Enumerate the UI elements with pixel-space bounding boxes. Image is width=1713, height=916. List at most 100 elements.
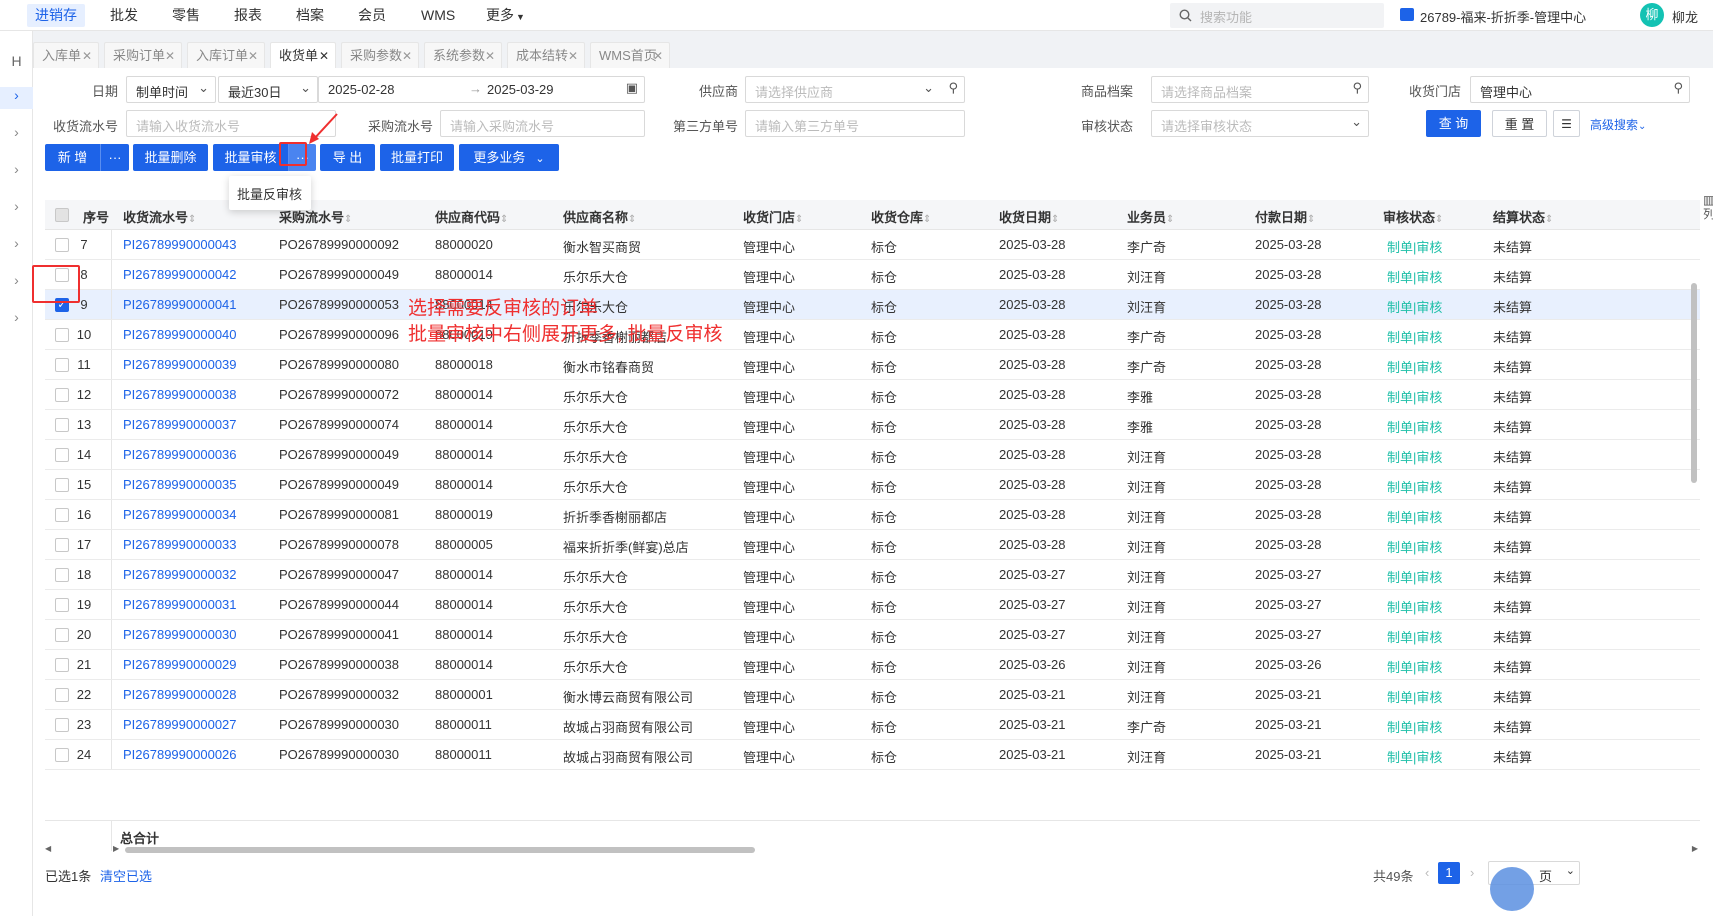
table-row[interactable]: 18 PI26789990000032 PO26789990000047 880000… (45, 560, 1700, 590)
cell-id[interactable]: PI26789990000030 (123, 627, 237, 642)
cell-id[interactable]: PI26789990000028 (123, 687, 237, 702)
cell-audit[interactable]: 制单|审核 (1387, 627, 1442, 646)
page-1-button[interactable]: 1 (1438, 862, 1460, 884)
rail-expand-icon[interactable]: › (0, 198, 33, 220)
cell-id[interactable]: PI26789990000032 (123, 567, 237, 582)
cell-id[interactable]: PI26789990000031 (123, 597, 237, 612)
header-settle[interactable]: 结算状态⇕ (1493, 207, 1553, 226)
close-icon[interactable]: ✕ (165, 43, 175, 69)
nav-more[interactable]: 更多 ▼ (478, 4, 533, 27)
cell-id[interactable]: PI26789990000039 (123, 357, 237, 372)
prev-page-icon[interactable]: ‹ (1425, 865, 1429, 880)
row-checkbox[interactable] (55, 358, 69, 372)
header-staff[interactable]: 业务员⇕ (1127, 207, 1174, 226)
row-checkbox[interactable] (55, 748, 69, 762)
nav-dangan[interactable]: 档案 (288, 4, 332, 27)
goods-select[interactable]: 请选择商品档案 ⚲ (1151, 76, 1369, 103)
audit-status-select[interactable]: 请选择审核状态 ⌄ (1151, 110, 1369, 137)
horizontal-scrollbar[interactable]: ◀ ▶ ▶ (45, 844, 1700, 854)
header-supplier-name[interactable]: 供应商名称⇕ (563, 207, 636, 226)
nav-lingshou[interactable]: 零售 (164, 4, 208, 27)
cell-id[interactable]: PI26789990000033 (123, 537, 237, 552)
nav-baobiao[interactable]: 报表 (226, 4, 270, 27)
cell-id[interactable]: PI26789990000035 (123, 477, 237, 492)
rail-expand-icon[interactable]: › (0, 272, 33, 294)
table-row[interactable]: 15 PI26789990000035 PO26789990000049 880000… (45, 470, 1700, 500)
reset-button[interactable]: 重 置 (1492, 110, 1547, 137)
cell-id[interactable]: PI26789990000037 (123, 417, 237, 432)
row-checkbox[interactable] (55, 688, 69, 702)
vertical-scrollbar[interactable] (1689, 213, 1699, 843)
cell-audit[interactable]: 制单|审核 (1387, 717, 1442, 736)
rail-expand-icon[interactable]: › (0, 235, 33, 257)
row-checkbox[interactable] (55, 628, 69, 642)
row-checkbox[interactable] (55, 538, 69, 552)
close-icon[interactable]: ✕ (485, 43, 495, 69)
close-icon[interactable]: ✕ (248, 43, 258, 69)
table-row[interactable]: 22 PI26789990000028 PO26789990000032 880000… (45, 680, 1700, 710)
cell-id[interactable]: PI26789990000038 (123, 387, 237, 402)
batch-audit-button[interactable]: 批量审核 (213, 144, 288, 171)
tab-chengben-jiezhuan[interactable]: 成本结转 ✕ (507, 42, 585, 68)
batch-delete-button[interactable]: 批量删除 (133, 144, 208, 171)
store-select[interactable]: 管理中心 ⚲ (1470, 76, 1690, 103)
row-checkbox[interactable] (55, 598, 69, 612)
close-icon[interactable]: ✕ (82, 43, 92, 69)
cell-audit[interactable]: 制单|审核 (1387, 237, 1442, 256)
cell-id[interactable]: PI26789990000026 (123, 747, 237, 762)
table-row[interactable]: 16 PI26789990000034 PO26789990000081 880000… (45, 500, 1700, 530)
tab-wms-home[interactable]: WMS首页 ✕ (590, 42, 670, 68)
column-settings-button[interactable]: ▥ 列 (1703, 193, 1713, 221)
nav-huiyuan[interactable]: 会员 (350, 4, 394, 27)
cell-audit[interactable]: 制单|审核 (1387, 327, 1442, 346)
global-search[interactable]: 搜索功能 (1170, 3, 1384, 28)
tab-rukudan[interactable]: 入库单 ✕ (33, 42, 99, 68)
cell-audit[interactable]: 制单|审核 (1387, 357, 1442, 376)
row-checkbox[interactable] (55, 508, 69, 522)
tab-ruku-dingdan[interactable]: 入库订单 ✕ (187, 42, 265, 68)
rail-expand-icon[interactable]: › (0, 309, 33, 331)
tab-shouhuodan[interactable]: 收货单 ✕ (270, 42, 336, 68)
store-name[interactable]: 26789-福来-折折季-管理中心 (1420, 7, 1586, 26)
table-row[interactable]: 19 PI26789990000031 PO26789990000044 880000… (45, 590, 1700, 620)
cell-audit[interactable]: 制单|审核 (1387, 297, 1442, 316)
cell-audit[interactable]: 制单|审核 (1387, 477, 1442, 496)
scroll-left-icon[interactable]: ◀ (45, 844, 51, 853)
header-store[interactable]: 收货门店⇕ (743, 207, 803, 226)
cell-audit[interactable]: 制单|审核 (1387, 507, 1442, 526)
header-supplier-code[interactable]: 供应商代码⇕ (435, 207, 508, 226)
table-row[interactable]: 8 PI26789990000042 PO26789990000049 8800001… (45, 260, 1700, 290)
table-row[interactable]: 7 PI26789990000043 PO26789990000092 8800002… (45, 230, 1700, 260)
rail-item-top[interactable]: H (0, 53, 33, 75)
row-checkbox[interactable] (55, 328, 69, 342)
third-no-input[interactable]: 请输入第三方单号 (745, 110, 965, 137)
select-all-checkbox[interactable] (55, 208, 69, 222)
table-row[interactable]: 13 PI26789990000037 PO26789990000074 880000… (45, 410, 1700, 440)
tab-caigou-canshu[interactable]: 采购参数 ✕ (341, 42, 419, 68)
nav-pifa[interactable]: 批发 (102, 4, 146, 27)
search-icon[interactable]: ⚲ (948, 80, 958, 96)
cell-id[interactable]: PI26789990000036 (123, 447, 237, 462)
search-icon[interactable]: ⚲ (1673, 80, 1683, 96)
cell-audit[interactable]: 制单|审核 (1387, 417, 1442, 436)
cell-audit[interactable]: 制单|审核 (1387, 447, 1442, 466)
floating-assistant-icon[interactable] (1490, 867, 1534, 911)
nav-jinxiaocun[interactable]: 进销存 (27, 4, 85, 27)
row-checkbox[interactable] (55, 568, 69, 582)
rail-expand-icon[interactable]: › (0, 124, 33, 146)
rail-expand-icon[interactable]: › (0, 87, 33, 109)
table-row[interactable]: 21 PI26789990000029 PO26789990000038 880000… (45, 650, 1700, 680)
table-row[interactable]: 14 PI26789990000036 PO26789990000049 880000… (45, 440, 1700, 470)
cell-audit[interactable]: 制单|审核 (1387, 567, 1442, 586)
filter-settings-icon[interactable]: ☰ (1553, 110, 1580, 137)
row-checkbox[interactable] (55, 448, 69, 462)
table-row[interactable]: 20 PI26789990000030 PO26789990000041 880000… (45, 620, 1700, 650)
cell-id[interactable]: PI26789990000043 (123, 237, 237, 252)
add-button[interactable]: 新 增 (45, 144, 100, 171)
header-receipt-no[interactable]: 收货流水号⇕ (123, 207, 196, 226)
search-icon[interactable]: ⚲ (1352, 80, 1362, 96)
table-row[interactable]: 12 PI26789990000038 PO26789990000072 880000… (45, 380, 1700, 410)
cell-audit[interactable]: 制单|审核 (1387, 387, 1442, 406)
tab-caigou-dingdan[interactable]: 采购订单 ✕ (104, 42, 182, 68)
date-range-select[interactable]: 最近30日 ⌄ (218, 76, 318, 103)
